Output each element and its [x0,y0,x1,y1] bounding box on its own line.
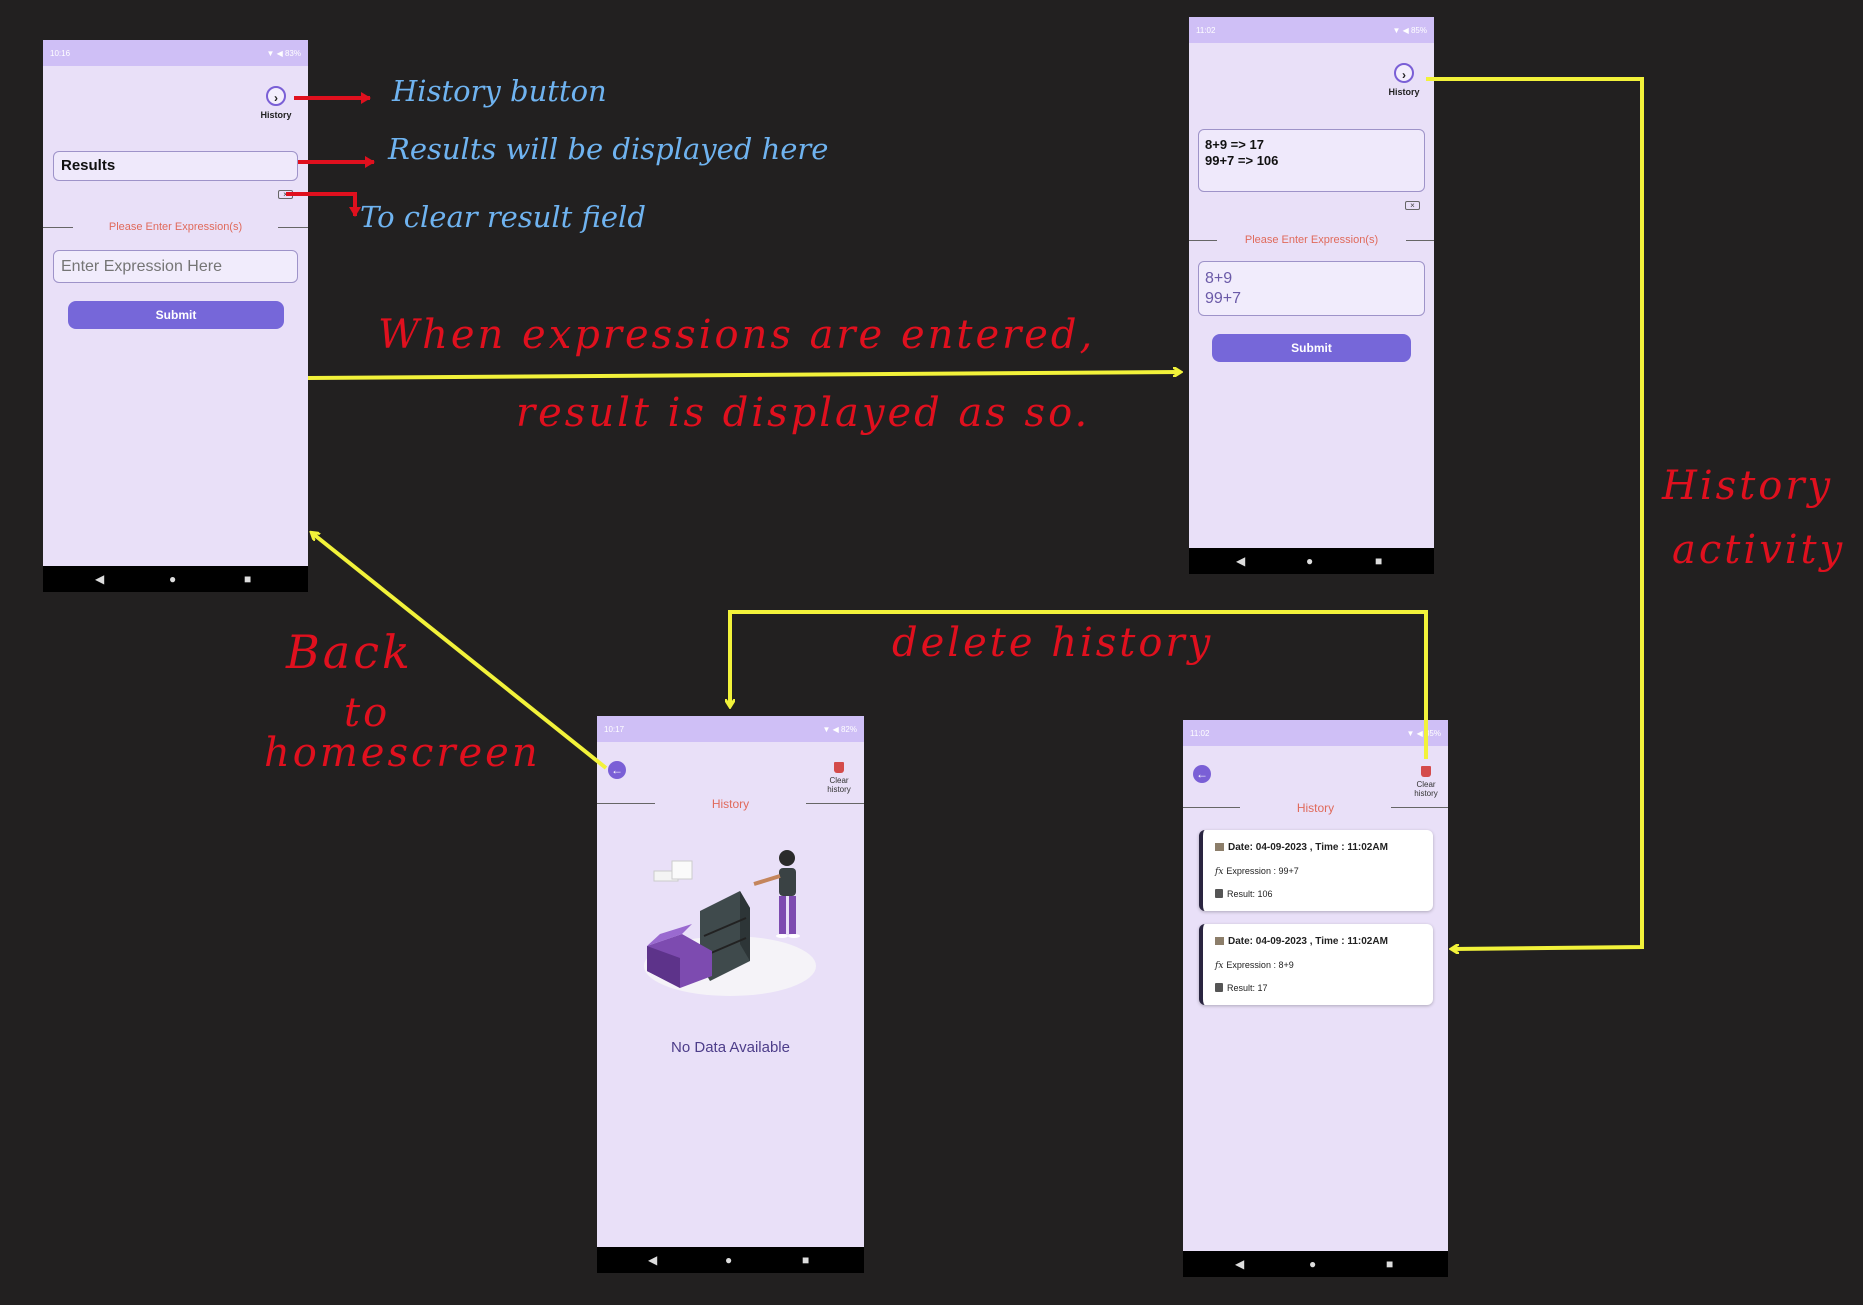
annotation-delete-history: delete history [892,620,1214,666]
annotation-history-activity-1: History [1662,463,1834,509]
annotation-history-button: History button [392,74,607,108]
annotation-when-line1: When expressions are entered, [378,312,1096,358]
red-arrow [286,192,361,217]
annotation-results-here: Results will be displayed here [388,132,829,166]
annotation-back-1: Back [286,625,413,679]
yellow-arrow [307,372,1180,380]
annotation-clear-field: To clear result field [360,200,646,234]
yellow-arrow [1426,77,1644,949]
annotation-history-activity-2: activity [1672,527,1846,573]
annotation-when-line2: result is displayed as so. [516,390,1091,436]
annotation-back-3: homescreen [264,730,541,776]
